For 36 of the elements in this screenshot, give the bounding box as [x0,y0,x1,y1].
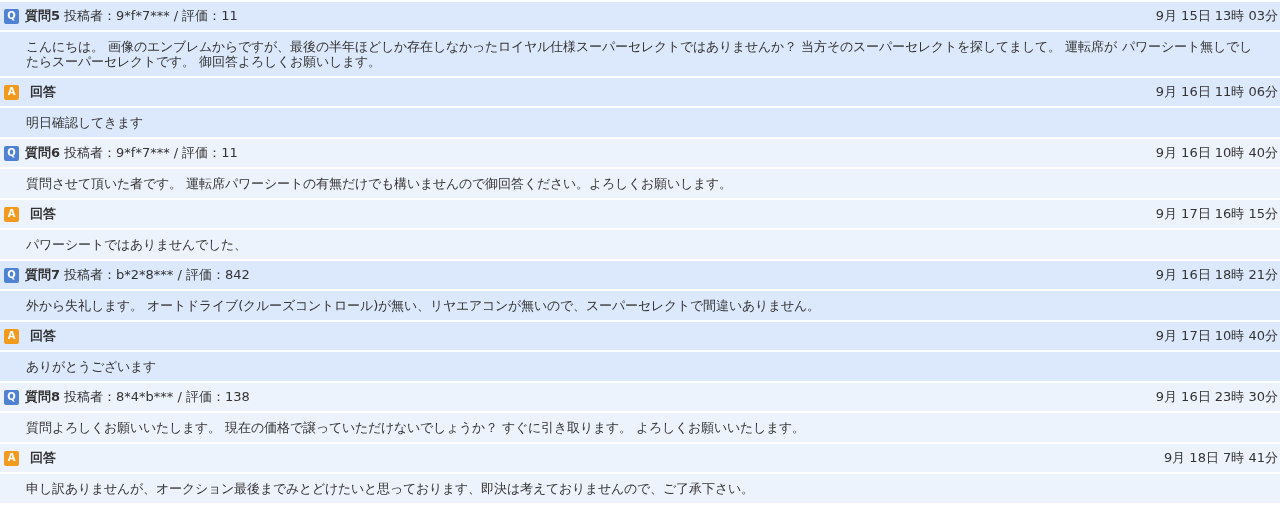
question-badge-icon: Q [4,145,19,161]
post-title: 回答 [30,327,56,346]
question-badge-icon: Q [4,8,19,24]
post-title: 質問8 [25,388,61,407]
answer-badge-icon: A [4,206,19,222]
post-date: 9月 17日 10時 40分 [1155,327,1278,346]
post-date: 9月 15日 13時 03分 [1155,7,1278,26]
question-text: こんにちは。 画像のエンブレムからですが、最後の半年ほどしか存在しなかったロイヤル仕様スーパーセレクトではありませんか？ 当方そのスーパーセレクトを探してまして。 運転席が パワーシート無しでしたらスーパーセレクトです。 御回答よろしくお願いします。 [0,32,1280,76]
post-date: 9月 16日 23時 30分 [1155,388,1278,407]
poster-info: 投稿者：9*f*7*** / 評価：11 [64,144,238,163]
post-date: 9月 17日 16時 15分 [1155,205,1278,224]
answer-badge-icon: A [4,84,19,100]
poster-info: 投稿者：b*2*8*** / 評価：842 [64,266,250,285]
answer-text: パワーシートではありませんでした、 [0,230,1280,259]
question-text: 質問よろしくお願いいたします。 現在の価格で譲っていただけないでしょうか？ すぐに引き取ります。 よろしくお願いいたします。 [0,413,1280,442]
question-badge-icon: Q [4,389,19,405]
post-title: 回答 [30,83,56,102]
post-title: 質問5 [25,7,61,26]
post-title: 回答 [30,205,56,224]
post-title: 質問6 [25,144,61,163]
question-text: 外から失礼します。 オートドライブ(クルーズコントロール)が無い、リヤエアコンが無いので、スーパーセレクトで間違いありません。 [0,291,1280,320]
answer-text: ありがとうございます [0,352,1280,381]
poster-info: 投稿者：9*f*7*** / 評価：11 [64,7,238,26]
answer-badge-icon: A [4,328,19,344]
answer-badge-icon: A [4,450,19,466]
question-text: 質問させて頂いた者です。 運転席パワーシートの有無だけでも構いませんので御回答ください。よろしくお願いします。 [0,169,1280,198]
post-title: 質問7 [25,266,61,285]
post-date: 9月 16日 18時 21分 [1155,266,1278,285]
poster-info: 投稿者：8*4*b*** / 評価：138 [64,388,250,407]
post-date: 9月 16日 10時 40分 [1155,144,1278,163]
question-badge-icon: Q [4,267,19,283]
answer-text: 明日確認してきます [0,108,1280,137]
answer-text: 申し訳ありませんが、オークション最後までみとどけたいと思っております、即決は考えておりませんので、ご了承下さい。 [0,474,1280,503]
post-date: 9月 16日 11時 06分 [1155,83,1278,102]
post-title: 回答 [30,449,56,468]
post-date: 9月 18日 7時 41分 [1163,449,1278,468]
